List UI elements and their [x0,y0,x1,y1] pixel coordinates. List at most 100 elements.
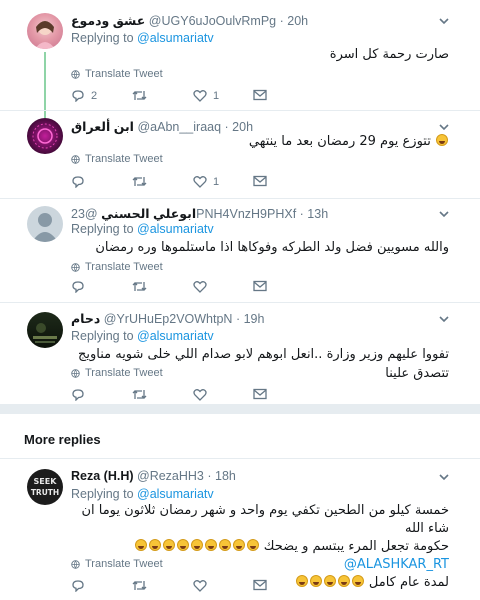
more-replies-heading[interactable]: More replies [24,432,101,447]
envelope-icon [253,579,267,591]
user-handle[interactable]: @RezaHH3 [137,469,204,483]
translate-label: Translate Tweet [85,367,163,379]
user-handle[interactable]: @UGY6uJoOulvRmPg [149,14,276,28]
tweet-text-content: حكومة تجعل المرء يبتسم و يضحك [263,539,449,554]
laughing-emoji-icon [204,539,217,551]
translate-tweet[interactable]: Translate Tweet [71,68,163,80]
direct-message-button[interactable] [253,579,267,591]
replying-handle[interactable]: @alsumariatv [137,487,214,501]
chevron-down-icon[interactable] [438,313,450,325]
tweet-text-content: تتوزع يوم 29 رمضان بعد ما ينتهي [248,134,431,149]
avatar[interactable]: SEEK TRUTH [27,469,63,505]
reply-button[interactable] [71,175,85,188]
timestamp[interactable]: · 19h [236,312,265,326]
like-count: 1 [213,89,220,102]
display-name[interactable]: Reza (H.H) [71,469,134,483]
translate-tweet[interactable]: Translate Tweet [71,261,163,273]
translate-tweet[interactable]: Translate Tweet [71,558,163,570]
chevron-down-icon[interactable] [438,208,450,220]
chevron-down-icon[interactable] [438,15,450,27]
like-button[interactable] [193,280,207,293]
retweet-button[interactable] [132,579,147,592]
replying-prefix: Replying to [71,487,138,501]
globe-icon [71,559,80,569]
laughing-emoji-icon [148,539,161,551]
timestamp[interactable]: · 20h [280,14,309,28]
laughing-emoji-icon [218,539,231,551]
laughing-emoji-icon [309,575,322,587]
like-count: 1 [213,175,220,188]
direct-message-button[interactable] [253,388,267,400]
like-button[interactable] [193,388,207,401]
reply-icon [72,389,84,401]
avatar[interactable] [27,118,63,154]
retweet-button[interactable] [132,388,147,401]
replying-handle[interactable]: @alsumariatv [137,222,214,236]
translate-label: Translate Tweet [85,153,163,165]
svg-text:TRUTH: TRUTH [31,488,59,497]
display-name[interactable]: دحام [71,312,100,326]
user-handle[interactable]: @YrUHuEp2VOWhtpN [104,312,233,326]
envelope-icon [253,280,267,292]
like-button[interactable] [193,579,207,592]
laughing-emoji-icon [323,575,336,587]
reply-count: 2 [91,89,98,102]
tweet-text: تتوزع يوم 29 رمضان بعد ما ينتهي [71,132,449,151]
retweet-button[interactable] [132,175,147,188]
tweet[interactable]: ابوعلي الحسني @23PNH4VnzH9PHXf · 13h Rep… [0,198,480,300]
reply-button[interactable]: 2 [71,89,97,102]
laughing-emoji-icon [351,575,364,587]
laughing-emoji-icon [295,575,308,587]
display-name[interactable]: عشق ودموع [71,14,145,28]
tweet-text-content: لمدة عام كامل [368,575,449,590]
retweet-icon [132,282,147,291]
mention-link[interactable]: @ALASHKAR_RT [344,557,449,572]
retweet-button[interactable] [132,89,147,102]
chevron-down-icon[interactable] [438,471,450,483]
avatar[interactable] [27,206,63,242]
replying-handle[interactable]: @alsumariatv [137,329,214,343]
avatar[interactable] [27,13,63,49]
laughing-emoji-icon [162,539,175,551]
avatar[interactable] [27,312,63,348]
tweet-header: ابوعلي الحسني @23PNH4VnzH9PHXf · 13h [71,206,440,222]
svg-text:SEEK: SEEK [34,477,58,486]
replying-to: Replying to @alsumariatv [71,487,214,501]
tweet[interactable]: دحام @YrUHuEp2VOWhtpN · 19h Replying to … [0,302,480,404]
retweet-icon [132,581,147,590]
direct-message-button[interactable] [253,175,267,187]
translate-label: Translate Tweet [85,68,163,80]
tweet[interactable]: SEEK TRUTH Reza (H.H) @RezaHH3 · 18h Rep… [0,458,480,600]
tweet-actions [71,579,271,597]
direct-message-button[interactable] [253,89,267,101]
tweet[interactable]: عشق ودموع @UGY6uJoOulvRmPg · 20h Replyin… [0,0,480,112]
heart-icon [193,90,207,102]
envelope-icon [253,89,267,101]
replying-handle[interactable]: @alsumariatv [137,31,214,45]
tweet-text-line: خمسة كيلو من الطحين تكفي يوم واحد و شهر … [81,503,449,536]
direct-message-button[interactable] [253,280,267,292]
timestamp[interactable]: · 18h [207,469,236,483]
heart-icon [193,281,207,293]
replying-prefix: Replying to [71,31,138,45]
retweet-icon [132,390,147,399]
reply-button[interactable] [71,579,85,592]
like-button[interactable]: 1 [193,89,219,102]
globe-icon [71,69,80,79]
timestamp[interactable]: · 13h [300,207,329,221]
retweet-icon [132,91,147,100]
reply-button[interactable] [71,388,85,401]
retweet-button[interactable] [132,280,147,293]
replying-prefix: Replying to [71,222,138,236]
tweet[interactable]: ابن ألعراق @aAbn__iraaq · 20h تتوزع يوم … [0,110,480,198]
display-name[interactable]: ابوعلي الحسني [101,207,196,221]
heart-icon [193,176,207,188]
reply-icon [72,281,84,293]
reply-button[interactable] [71,280,85,293]
replying-to: Replying to @alsumariatv [71,329,214,343]
translate-tweet[interactable]: Translate Tweet [71,153,163,165]
like-button[interactable]: 1 [193,175,219,188]
translate-tweet[interactable]: Translate Tweet [71,367,163,379]
thread-connector [44,52,46,118]
tweet-actions: 1 [71,175,271,193]
